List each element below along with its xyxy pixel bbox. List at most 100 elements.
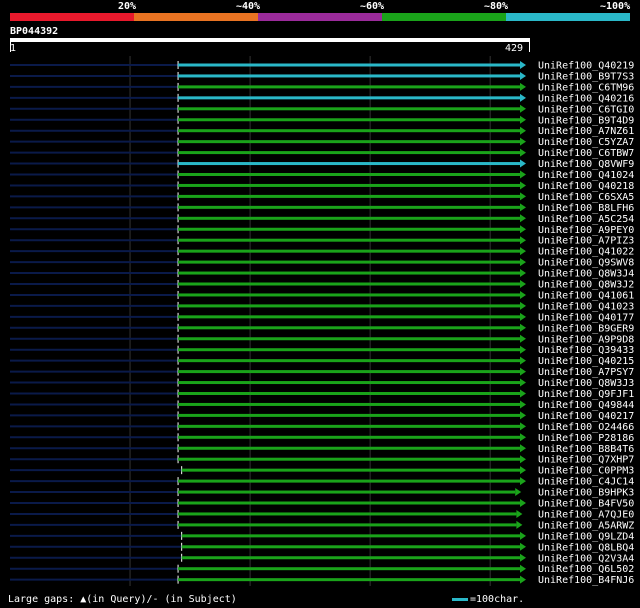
hit-label[interactable]: UniRef100_Q2V3A4 bbox=[538, 553, 634, 564]
hit-label[interactable]: UniRef100_Q41061 bbox=[538, 290, 634, 301]
hit-row[interactable]: UniRef100_Q41022 bbox=[10, 247, 634, 258]
hit-row[interactable]: UniRef100_B4FV50 bbox=[10, 499, 634, 510]
hit-label[interactable]: UniRef100_B8B4T6 bbox=[538, 444, 634, 455]
hit-row[interactable]: UniRef100_Q39433 bbox=[10, 345, 634, 356]
hit-row[interactable]: UniRef100_Q40217 bbox=[10, 411, 634, 422]
hit-label[interactable]: UniRef100_B4FV50 bbox=[538, 499, 634, 510]
hit-row[interactable]: UniRef100_A7NZ61 bbox=[10, 126, 634, 137]
hit-row[interactable]: UniRef100_O24466 bbox=[10, 422, 634, 433]
hit-label[interactable]: UniRef100_A7PIZ3 bbox=[538, 236, 634, 247]
hit-label[interactable]: UniRef100_Q49844 bbox=[538, 400, 634, 411]
hit-arrow-icon bbox=[520, 181, 526, 190]
hit-label[interactable]: UniRef100_Q40218 bbox=[538, 181, 634, 192]
hit-label[interactable]: UniRef100_Q9FJF1 bbox=[538, 389, 634, 400]
hit-row[interactable]: UniRef100_Q6L502 bbox=[10, 564, 634, 575]
hit-row[interactable]: UniRef100_A7QJE0 bbox=[10, 509, 634, 520]
hit-label[interactable]: UniRef100_Q40219 bbox=[538, 61, 634, 72]
hit-label[interactable]: UniRef100_Q40217 bbox=[538, 411, 634, 422]
hit-label[interactable]: UniRef100_B9HPK3 bbox=[538, 488, 634, 499]
hit-label[interactable]: UniRef100_A5ARWZ bbox=[538, 520, 634, 531]
hit-label[interactable]: UniRef100_C6SXA5 bbox=[538, 192, 634, 203]
hit-row[interactable]: UniRef100_B4FNJ6 bbox=[10, 575, 634, 586]
hit-label[interactable]: UniRef100_Q40215 bbox=[538, 356, 634, 367]
hit-label[interactable]: UniRef100_Q41022 bbox=[538, 247, 634, 258]
hit-row[interactable]: UniRef100_B9HPK3 bbox=[10, 488, 634, 499]
hit-label[interactable]: UniRef100_A9PEY0 bbox=[538, 225, 634, 236]
hit-label[interactable]: UniRef100_A7QJE0 bbox=[538, 509, 634, 520]
hit-label[interactable]: UniRef100_C4JC14 bbox=[538, 477, 634, 488]
hit-row[interactable]: UniRef100_Q9FJF1 bbox=[10, 389, 634, 400]
hit-row[interactable]: UniRef100_B9GER9 bbox=[10, 323, 634, 334]
hit-label[interactable]: UniRef100_Q9SWV8 bbox=[538, 258, 634, 269]
hit-row[interactable]: UniRef100_C4JC14 bbox=[10, 477, 634, 488]
hit-label[interactable]: UniRef100_Q8W3J3 bbox=[538, 378, 634, 389]
hit-label[interactable]: UniRef100_Q8LBQ4 bbox=[538, 542, 634, 553]
hit-row[interactable]: UniRef100_Q8W3J4 bbox=[10, 269, 634, 280]
hit-row[interactable]: UniRef100_Q41023 bbox=[10, 301, 634, 312]
hit-label[interactable]: UniRef100_Q40177 bbox=[538, 312, 634, 323]
hit-row[interactable]: UniRef100_B9T4D9 bbox=[10, 115, 634, 126]
hit-row[interactable]: UniRef100_C6TGI0 bbox=[10, 104, 634, 115]
hit-label[interactable]: UniRef100_Q8VWF9 bbox=[538, 159, 634, 170]
hit-row[interactable]: UniRef100_Q8LBQ4 bbox=[10, 542, 634, 553]
hit-row[interactable]: UniRef100_Q40177 bbox=[10, 312, 634, 323]
hit-row[interactable]: UniRef100_Q8VWF9 bbox=[10, 159, 634, 170]
hit-row[interactable]: UniRef100_A5C254 bbox=[10, 214, 634, 225]
hit-row[interactable]: UniRef100_Q2V3A4 bbox=[10, 553, 634, 564]
hit-row[interactable]: UniRef100_Q40219 bbox=[10, 61, 634, 72]
hit-row[interactable]: UniRef100_Q8W3J3 bbox=[10, 378, 634, 389]
hit-label[interactable]: UniRef100_B8LFH6 bbox=[538, 203, 634, 214]
hit-label[interactable]: UniRef100_C6TGI0 bbox=[538, 104, 634, 115]
hit-label[interactable]: UniRef100_C0PPM3 bbox=[538, 466, 634, 477]
hit-label[interactable]: UniRef100_C5YZA7 bbox=[538, 137, 634, 148]
hit-label[interactable]: UniRef100_A7PSY7 bbox=[538, 367, 634, 378]
hit-row[interactable]: UniRef100_Q9LZD4 bbox=[10, 531, 634, 542]
hit-label[interactable]: UniRef100_Q39433 bbox=[538, 345, 634, 356]
hit-row[interactable]: UniRef100_A9P9D8 bbox=[10, 334, 634, 345]
hit-row[interactable]: UniRef100_B8LFH6 bbox=[10, 203, 634, 214]
hit-row[interactable]: UniRef100_Q9SWV8 bbox=[10, 258, 634, 269]
hit-row[interactable]: UniRef100_Q40218 bbox=[10, 181, 634, 192]
hit-row[interactable]: UniRef100_P28186 bbox=[10, 433, 634, 444]
hit-label[interactable]: UniRef100_Q7XHP7 bbox=[538, 455, 634, 466]
hit-row[interactable]: UniRef100_Q40215 bbox=[10, 356, 634, 367]
hit-label[interactable]: UniRef100_Q8W3J2 bbox=[538, 280, 634, 291]
hit-row[interactable]: UniRef100_C0PPM3 bbox=[10, 466, 634, 477]
hit-row[interactable]: UniRef100_Q41061 bbox=[10, 290, 634, 301]
hit-row[interactable]: UniRef100_Q41024 bbox=[10, 170, 634, 181]
hit-row[interactable]: UniRef100_A7PIZ3 bbox=[10, 236, 634, 247]
hit-row[interactable]: UniRef100_Q7XHP7 bbox=[10, 455, 634, 466]
hit-row[interactable]: UniRef100_A7PSY7 bbox=[10, 367, 634, 378]
hit-label[interactable]: UniRef100_Q41023 bbox=[538, 301, 634, 312]
hit-label[interactable]: UniRef100_C6TM96 bbox=[538, 82, 634, 93]
hit-row[interactable]: UniRef100_Q49844 bbox=[10, 400, 634, 411]
hit-label[interactable]: UniRef100_O24466 bbox=[538, 422, 634, 433]
query-bar bbox=[10, 38, 530, 42]
scale-bar bbox=[452, 597, 468, 601]
hit-arrow-icon bbox=[520, 93, 526, 102]
hit-label[interactable]: UniRef100_A9P9D8 bbox=[538, 334, 634, 345]
hit-label[interactable]: UniRef100_B9T4D9 bbox=[538, 115, 634, 126]
hit-row[interactable]: UniRef100_C5YZA7 bbox=[10, 137, 634, 148]
hit-label[interactable]: UniRef100_Q9LZD4 bbox=[538, 531, 634, 542]
hit-row[interactable]: UniRef100_C6TBW7 bbox=[10, 148, 634, 159]
hit-label[interactable]: UniRef100_Q6L502 bbox=[538, 564, 634, 575]
hit-row[interactable]: UniRef100_C6TM96 bbox=[10, 82, 634, 93]
hit-row[interactable]: UniRef100_A5ARWZ bbox=[10, 520, 634, 531]
hit-row[interactable]: UniRef100_Q40216 bbox=[10, 93, 634, 104]
hit-label[interactable]: UniRef100_Q41024 bbox=[538, 170, 634, 181]
hit-label[interactable]: UniRef100_A5C254 bbox=[538, 214, 634, 225]
hit-row[interactable]: UniRef100_Q8W3J2 bbox=[10, 280, 634, 291]
hit-label[interactable]: UniRef100_Q8W3J4 bbox=[538, 269, 634, 280]
hit-row[interactable]: UniRef100_B9T7S3 bbox=[10, 71, 634, 82]
hit-label[interactable]: UniRef100_B9T7S3 bbox=[538, 71, 634, 82]
hit-label[interactable]: UniRef100_B9GER9 bbox=[538, 323, 634, 334]
hit-label[interactable]: UniRef100_B4FNJ6 bbox=[538, 575, 634, 586]
hit-row[interactable]: UniRef100_C6SXA5 bbox=[10, 192, 634, 203]
hit-label[interactable]: UniRef100_Q40216 bbox=[538, 93, 634, 104]
hit-row[interactable]: UniRef100_B8B4T6 bbox=[10, 444, 634, 455]
hit-label[interactable]: UniRef100_P28186 bbox=[538, 433, 634, 444]
hit-label[interactable]: UniRef100_A7NZ61 bbox=[538, 126, 634, 137]
hit-label[interactable]: UniRef100_C6TBW7 bbox=[538, 148, 634, 159]
hit-row[interactable]: UniRef100_A9PEY0 bbox=[10, 225, 634, 236]
